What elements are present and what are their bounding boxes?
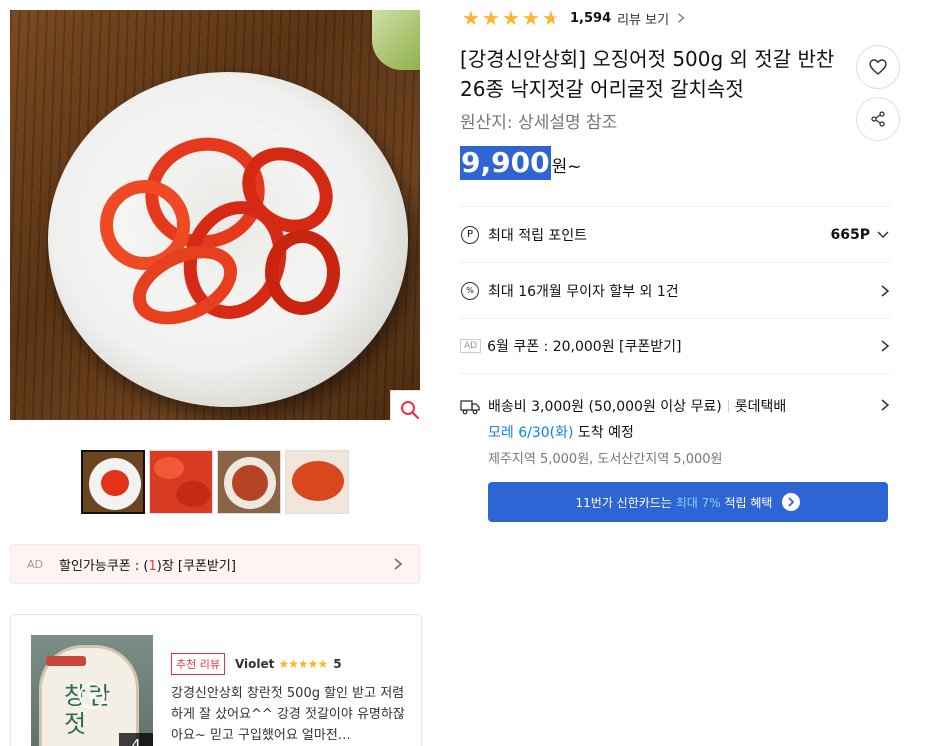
star-icon: ★	[502, 6, 520, 30]
extra-shipping-fee: 제주지역 5,000원, 도서산간지역 5,000원	[488, 452, 723, 467]
recommended-review-card[interactable]: 창란젓 4 추천 리뷰 Violet ★★★★★ 5 강경신안상회 창란젓 50…	[10, 614, 422, 746]
price-value: 9,900	[460, 146, 551, 180]
product-price: 9,900 원~	[460, 146, 581, 180]
banner-prefix: 11번가 신한카드는	[575, 495, 672, 510]
chevron-right-icon	[881, 399, 890, 411]
recommended-badge: 추천 리뷰	[171, 653, 225, 675]
zoom-button[interactable]	[390, 390, 420, 420]
star-icon: ★	[462, 6, 480, 30]
max-points-row[interactable]: P 최대 적립 포인트 665P	[460, 206, 890, 262]
percent-icon: %	[461, 281, 479, 300]
price-unit: 원~	[551, 157, 582, 177]
share-icon	[871, 111, 885, 127]
chevron-right-icon	[678, 13, 685, 23]
chevron-right-icon	[394, 558, 403, 570]
review-score: 5	[333, 657, 342, 671]
rating-summary[interactable]: ★ ★ ★ ★ ★ 1,594 리뷰 보기	[462, 8, 687, 28]
half-star-icon: ★	[542, 8, 562, 28]
wishlist-button[interactable]	[856, 45, 900, 89]
shipping-carrier: 롯데택배	[734, 399, 787, 415]
media-count: 4	[119, 733, 153, 746]
ad-label: AD	[27, 557, 43, 571]
review-stars: ★★★★★	[278, 657, 328, 671]
thumbnail-2[interactable]	[149, 450, 213, 514]
arrival-suffix: 도착 예정	[577, 425, 634, 441]
chevron-down-icon	[877, 230, 889, 238]
chevron-right-icon	[881, 284, 890, 297]
coupon-row[interactable]: AD 6월 쿠폰 : 20,000원 [쿠폰받기]	[460, 318, 890, 373]
point-icon: P	[461, 225, 479, 244]
package-corner-decoration	[372, 10, 420, 70]
review-link[interactable]: 리뷰 보기	[617, 9, 669, 28]
review-meta: 추천 리뷰 Violet ★★★★★ 5	[171, 653, 342, 675]
installment-label: 최대 16개월 무이자 할부 외 1건	[488, 283, 679, 300]
points-value: 665P	[830, 226, 870, 243]
review-text: 강경신안상회 창란젓 500g 할인 받고 저렴하게 잘 샀어요^^ 강경 젓갈…	[171, 686, 405, 743]
main-product-image[interactable]	[10, 10, 420, 420]
installment-row[interactable]: % 최대 16개월 무이자 할부 외 1건	[460, 262, 890, 318]
points-label: 최대 적립 포인트	[488, 227, 588, 244]
thumbnail-strip	[81, 450, 349, 514]
review-count: 1,594	[570, 10, 612, 26]
review-media-thumbnail[interactable]: 창란젓 4	[31, 635, 153, 746]
shipping-fee: 배송비 3,000원 (50,000원 이상 무료)	[488, 399, 722, 415]
shinhan-card-banner[interactable]: 11번가 신한카드는 최대 7% 적립 혜택	[488, 482, 888, 522]
coupon-count: 1	[148, 558, 157, 574]
share-button[interactable]	[856, 97, 900, 141]
thumbnail-1[interactable]	[81, 450, 145, 514]
arrow-circle-icon	[782, 493, 801, 511]
chevron-right-icon	[881, 340, 890, 352]
product-origin: 원산지: 상세설명 참조	[460, 113, 618, 133]
ad-label: AD	[460, 339, 482, 353]
thumbnail-4[interactable]	[285, 450, 349, 514]
shipping-details: 배송비 3,000원 (50,000원 이상 무료) 롯데택배 모레 6/30(…	[488, 396, 786, 467]
play-icon[interactable]	[79, 683, 105, 709]
star-icon: ★	[522, 6, 540, 30]
banner-suffix: 적립 혜택	[724, 495, 773, 510]
product-title: [강경신안상회] 오징어젓 500g 외 젓갈 반찬 26종 낙지젓갈 어리굴젓…	[460, 47, 835, 101]
star-icon: ★	[482, 6, 500, 30]
arrival-date: 모레 6/30(화)	[488, 425, 574, 441]
banner-highlight: 최대 7%	[675, 495, 721, 510]
discount-coupon-bar[interactable]: AD 할인가능쿠폰 : (1)장 [쿠폰받기]	[10, 544, 420, 584]
search-icon	[401, 401, 420, 420]
review-author: Violet	[234, 657, 275, 671]
benefit-info-list: P 최대 적립 포인트 665P % 최대 16개월 무이자 할부 외 1건 A…	[460, 206, 890, 473]
truck-icon	[460, 400, 480, 415]
thumbnail-3[interactable]	[217, 450, 281, 514]
coupon-label: 6월 쿠폰 : 20,000원 [쿠폰받기]	[487, 339, 682, 355]
shipping-row[interactable]: 배송비 3,000원 (50,000원 이상 무료) 롯데택배 모레 6/30(…	[460, 373, 890, 473]
coupon-bar-label: 할인가능쿠폰 : (1)장 [쿠폰받기]	[59, 558, 236, 574]
heart-icon	[869, 59, 887, 75]
rating-stars: ★ ★ ★ ★ ★	[462, 8, 562, 28]
